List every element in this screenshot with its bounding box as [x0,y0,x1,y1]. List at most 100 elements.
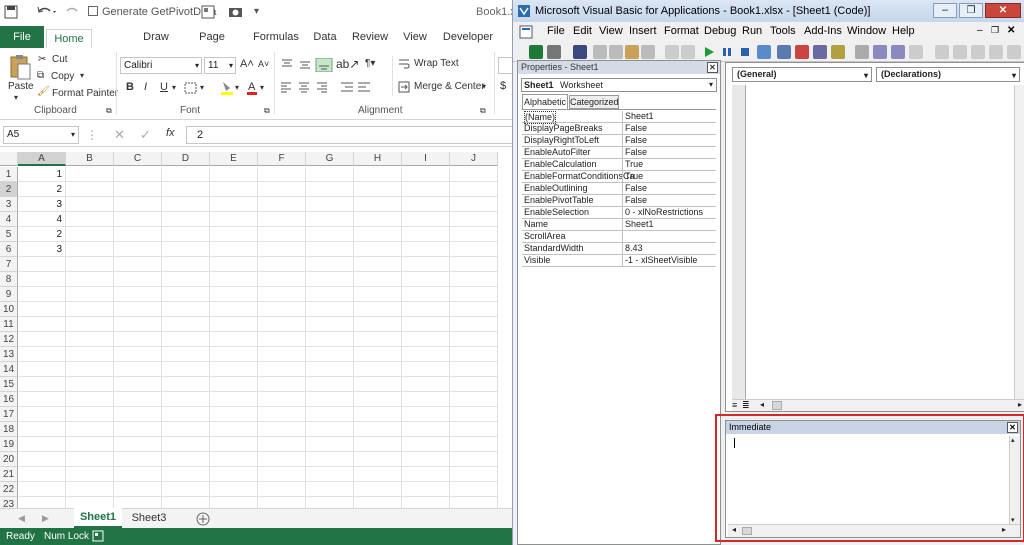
property-value[interactable]: False [622,147,716,158]
cell[interactable] [210,467,258,482]
cut-icon[interactable]: ✂ [38,54,46,65]
row-header[interactable]: 21 [0,467,18,482]
cell[interactable] [114,182,162,197]
cell[interactable] [402,407,450,422]
cell[interactable] [114,422,162,437]
cell[interactable] [66,467,114,482]
column-header-c[interactable]: C [114,152,162,166]
fill-color-dropdown-icon[interactable]: ▾ [235,83,239,92]
menu-window[interactable]: Window [847,25,886,37]
cell[interactable] [306,392,354,407]
cell[interactable] [354,227,402,242]
cancel-formula-icon[interactable]: ✕ [114,127,125,143]
cell[interactable] [258,212,306,227]
vertical-align-icons[interactable] [280,58,340,72]
underline-icon[interactable]: U [160,81,168,93]
cell[interactable] [114,362,162,377]
cell[interactable] [402,347,450,362]
clipboard-launcher-icon[interactable]: ⧉ [106,106,112,116]
row-header[interactable]: 11 [0,317,18,332]
font-launcher-icon[interactable]: ⧉ [264,106,270,116]
cell[interactable] [210,167,258,182]
cell[interactable] [66,212,114,227]
column-header-h[interactable]: H [354,152,402,166]
code-window-icon[interactable] [519,25,533,39]
cell[interactable]: 4 [18,212,66,227]
property-value[interactable]: False [622,135,716,146]
menu-edit[interactable]: Edit [573,25,592,37]
cell[interactable] [306,332,354,347]
generate-getpivotdata-checkbox[interactable] [88,6,98,16]
cell[interactable] [210,227,258,242]
indent-icons[interactable] [340,81,372,93]
cell[interactable] [450,392,498,407]
column-header-b[interactable]: B [66,152,114,166]
cell[interactable] [258,347,306,362]
cell[interactable] [114,347,162,362]
cell[interactable] [402,392,450,407]
cell[interactable] [210,197,258,212]
cell[interactable] [162,467,210,482]
cell[interactable] [306,482,354,497]
tab-home[interactable]: Home [46,29,92,48]
cell[interactable] [306,497,354,508]
property-row[interactable]: Visible -1 - xlSheetVisible [522,255,716,267]
cell[interactable] [450,362,498,377]
cell[interactable] [258,182,306,197]
wrap-text-button[interactable]: Wrap Text [414,58,459,69]
copy-icon[interactable]: ⧉ [37,70,44,81]
cell[interactable] [66,347,114,362]
cell[interactable] [66,482,114,497]
cell[interactable] [306,272,354,287]
cell[interactable] [354,317,402,332]
currency-icon[interactable]: $ [500,80,506,92]
row-header[interactable]: 16 [0,392,18,407]
bookmark-icon[interactable] [989,45,1003,59]
object-selector[interactable]: Sheet1 Worksheet ▾ [521,78,717,92]
cell[interactable] [66,257,114,272]
cell[interactable] [402,212,450,227]
property-row[interactable]: Name Sheet1 [522,219,716,231]
cell[interactable] [306,212,354,227]
cell[interactable] [450,182,498,197]
mdi-close-icon[interactable]: ✕ [1007,25,1015,36]
properties-window-icon[interactable] [795,45,809,59]
code-vertical-scrollbar[interactable] [1014,85,1024,399]
outdent-vba-icon[interactable] [891,45,905,59]
cell[interactable] [306,227,354,242]
borders-icon[interactable] [184,82,198,94]
column-header-a[interactable]: A [18,152,66,166]
design-mode-icon[interactable] [757,45,771,59]
menu-add-ins[interactable]: Add-Ins [804,25,842,37]
toolbox-icon[interactable] [831,45,845,59]
property-value[interactable]: 0 - xlNoRestrictions [622,207,716,218]
cell[interactable] [18,467,66,482]
cell[interactable] [354,182,402,197]
cell[interactable] [210,212,258,227]
row-header[interactable]: 22 [0,482,18,497]
paste-dropdown-icon[interactable]: ▾ [14,93,18,102]
sheet-tab-sheet3[interactable]: Sheet3 [126,509,172,528]
cell[interactable] [210,377,258,392]
alignment-launcher-icon[interactable]: ⧉ [480,106,486,116]
undo-icon[interactable] [36,5,58,19]
cell[interactable] [66,227,114,242]
cell[interactable] [162,212,210,227]
cell[interactable] [402,332,450,347]
row-header[interactable]: 14 [0,362,18,377]
cell[interactable] [354,257,402,272]
cell[interactable] [210,407,258,422]
save-icon[interactable] [4,5,18,19]
cell[interactable] [258,242,306,257]
cell[interactable] [258,497,306,508]
font-size-dropdown-icon[interactable]: ▾ [229,58,233,73]
cell[interactable] [402,497,450,508]
cell[interactable] [162,167,210,182]
formula-input[interactable]: 2 [186,126,520,144]
minimize-button[interactable]: – [933,3,957,18]
cell[interactable] [18,482,66,497]
format-painter-icon[interactable]: 🖌 [37,86,50,97]
cell[interactable] [66,362,114,377]
cell[interactable] [306,347,354,362]
cell[interactable] [162,362,210,377]
